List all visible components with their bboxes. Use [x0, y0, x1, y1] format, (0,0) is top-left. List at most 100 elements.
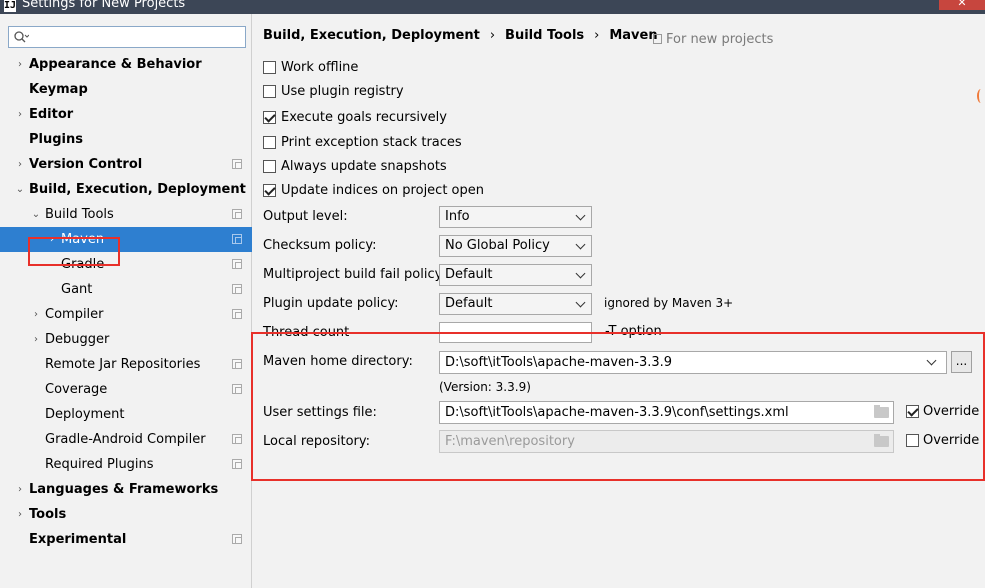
tree-item-build-tools[interactable]: ⌄ Build Tools: [0, 202, 252, 227]
local-repository-field[interactable]: F:\maven\repository: [439, 430, 894, 453]
plugin-update-policy-select[interactable]: Default: [439, 293, 592, 315]
tree-item-languages-frameworks[interactable]: › Languages & Frameworks: [0, 477, 252, 502]
window-close-button[interactable]: ✕: [939, 0, 985, 10]
override-label: Override: [923, 404, 980, 419]
chevron-right-icon[interactable]: ›: [14, 52, 26, 77]
edge-artifact-mark: [977, 89, 985, 103]
tree-item-compiler[interactable]: › Compiler: [0, 302, 252, 327]
output-level-value: Info: [445, 209, 470, 224]
tree-item-label: Deployment: [45, 407, 125, 422]
local-repository-value: F:\maven\repository: [445, 434, 575, 449]
breadcrumb-build-tools[interactable]: Build Tools: [505, 28, 584, 43]
chevron-right-icon[interactable]: ›: [46, 227, 58, 252]
breadcrumb-separator: ›: [489, 28, 496, 43]
tree-item-label: Languages & Frameworks: [29, 482, 219, 497]
checkbox-box[interactable]: [263, 111, 276, 124]
tree-item-label: Coverage: [45, 382, 108, 397]
project-level-icon: [232, 259, 242, 269]
tree-item-keymap[interactable]: Keymap: [0, 77, 252, 102]
tree-item-editor[interactable]: › Editor: [0, 102, 252, 127]
tree-item-build-execution-deployment[interactable]: ⌄ Build, Execution, Deployment: [0, 177, 252, 202]
scope-note: For new projects: [653, 32, 773, 47]
tree-item-gradle[interactable]: Gradle: [0, 252, 252, 277]
checkbox-label: Work offline: [281, 60, 359, 75]
tree-item-label: Compiler: [45, 307, 104, 322]
multiproject-policy-label: Multiproject build fail policy:: [263, 267, 446, 282]
tree-item-debugger[interactable]: › Debugger: [0, 327, 252, 352]
maven-home-combo[interactable]: D:\soft\itTools\apache-maven-3.3.9: [439, 351, 947, 374]
folder-icon[interactable]: [874, 405, 889, 418]
checkbox-label: Use plugin registry: [281, 84, 404, 99]
project-level-icon: [232, 434, 242, 444]
project-level-icon: [232, 359, 242, 369]
maven-version-label: (Version: 3.3.9): [439, 380, 531, 394]
checkbox-box[interactable]: [263, 136, 276, 149]
tree-item-experimental[interactable]: Experimental: [0, 527, 252, 552]
thread-count-label: Thread count: [263, 325, 350, 340]
maven-home-browse-button[interactable]: ...: [951, 351, 972, 373]
multiproject-policy-select[interactable]: Default: [439, 264, 592, 286]
maven-home-label: Maven home directory:: [263, 354, 413, 369]
tree-item-deployment[interactable]: Deployment: [0, 402, 252, 427]
checkbox-label: Update indices on project open: [281, 183, 484, 198]
tree-item-label: Tools: [29, 507, 67, 522]
chevron-down-icon: [575, 294, 587, 314]
tree-item-label: Keymap: [29, 82, 88, 97]
breadcrumb-maven: Maven: [609, 28, 658, 43]
chevron-down-icon: [575, 236, 587, 256]
chevron-right-icon[interactable]: ›: [30, 302, 42, 327]
override-label: Override: [923, 433, 980, 448]
tree-item-label: Required Plugins: [45, 457, 154, 472]
tree-item-required-plugins[interactable]: Required Plugins: [0, 452, 252, 477]
intellij-app-icon: IJ: [4, 0, 17, 12]
breadcrumb-build-execution-deployment[interactable]: Build, Execution, Deployment: [263, 28, 480, 43]
chevron-right-icon[interactable]: ›: [14, 102, 26, 127]
project-level-icon: [232, 234, 242, 244]
checkbox-box[interactable]: [906, 434, 919, 447]
checkbox-box[interactable]: [263, 85, 276, 98]
tree-item-plugins[interactable]: Plugins: [0, 127, 252, 152]
project-level-icon: [232, 209, 242, 219]
tree-item-version-control[interactable]: › Version Control: [0, 152, 252, 177]
user-settings-field[interactable]: D:\soft\itTools\apache-maven-3.3.9\conf\…: [439, 401, 894, 424]
checkbox-label: Execute goals recursively: [281, 110, 447, 125]
tree-item-label: Version Control: [29, 157, 143, 172]
chevron-down-icon[interactable]: ⌄: [30, 202, 42, 227]
project-level-icon: [232, 159, 242, 169]
checkbox-box[interactable]: [263, 184, 276, 197]
tree-item-gant[interactable]: Gant: [0, 277, 252, 302]
project-level-icon: [232, 384, 242, 394]
tree-item-maven[interactable]: › Maven: [0, 227, 252, 252]
plugin-update-policy-note: ignored by Maven 3+: [604, 296, 734, 310]
tree-item-tools[interactable]: › Tools: [0, 502, 252, 527]
user-settings-label: User settings file:: [263, 405, 377, 420]
checksum-policy-value: No Global Policy: [445, 238, 550, 253]
checkbox-label: Always update snapshots: [281, 159, 447, 174]
chevron-right-icon[interactable]: ›: [14, 152, 26, 177]
plugin-update-policy-label: Plugin update policy:: [263, 296, 399, 311]
output-level-select[interactable]: Info: [439, 206, 592, 228]
window-title: Settings for New Projects: [22, 0, 186, 11]
tree-item-label: Build, Execution, Deployment: [29, 182, 246, 197]
folder-icon[interactable]: [874, 434, 889, 447]
chevron-right-icon[interactable]: ›: [14, 477, 26, 502]
chevron-right-icon[interactable]: ›: [14, 502, 26, 527]
tree-item-label: Debugger: [45, 332, 110, 347]
tree-item-remote-jar-repositories[interactable]: Remote Jar Repositories: [0, 352, 252, 377]
chevron-down-icon[interactable]: ⌄: [14, 177, 26, 202]
settings-search-input[interactable]: [8, 26, 246, 48]
multiproject-policy-value: Default: [445, 267, 493, 282]
tree-item-label: Appearance & Behavior: [29, 57, 202, 72]
tree-item-coverage[interactable]: Coverage: [0, 377, 252, 402]
tree-item-appearance-behavior[interactable]: › Appearance & Behavior: [0, 52, 252, 77]
checkbox-box[interactable]: [263, 61, 276, 74]
checkbox-box[interactable]: [263, 160, 276, 173]
tree-item-gradle-android-compiler[interactable]: Gradle-Android Compiler: [0, 427, 252, 452]
checkbox-box[interactable]: [906, 405, 919, 418]
chevron-right-icon[interactable]: ›: [30, 327, 42, 352]
plugin-update-policy-value: Default: [445, 296, 493, 311]
checkbox-label: Print exception stack traces: [281, 135, 462, 150]
checksum-policy-select[interactable]: No Global Policy: [439, 235, 592, 257]
settings-tree-panel: › Appearance & Behavior Keymap › Editor Plugi…: [0, 14, 252, 588]
thread-count-input[interactable]: [439, 322, 592, 343]
